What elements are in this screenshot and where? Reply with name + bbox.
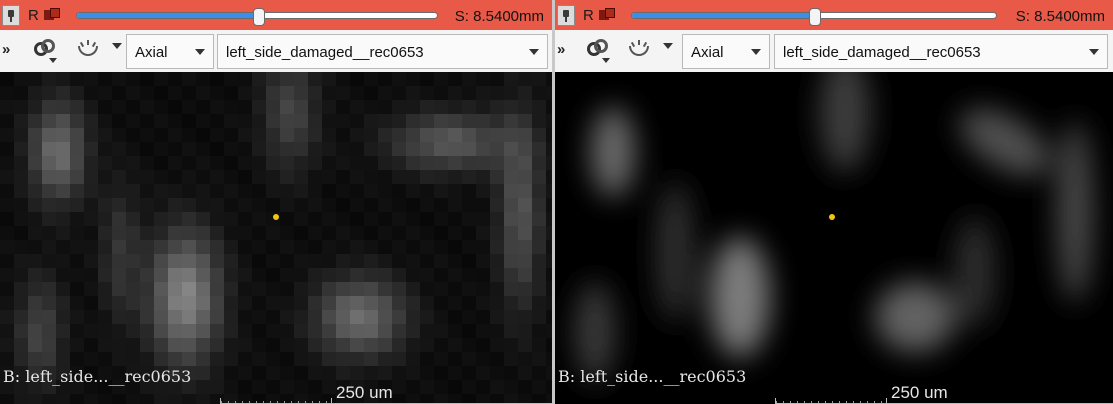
view-name-label: R bbox=[28, 7, 39, 24]
link-views-icon[interactable] bbox=[599, 8, 617, 22]
slice-image-pixelated[interactable]: B: left_side...__rec0653 250 um bbox=[0, 72, 552, 404]
crosshair-marker bbox=[273, 214, 279, 220]
orientation-select[interactable]: Axial bbox=[126, 34, 214, 69]
chevron-down-icon bbox=[1089, 49, 1099, 55]
pin-button[interactable] bbox=[2, 5, 20, 26]
scale-label: 250 um bbox=[336, 383, 393, 402]
chevron-down-icon bbox=[195, 49, 205, 55]
slice-slider-handle[interactable] bbox=[253, 8, 265, 26]
pin-icon bbox=[7, 9, 15, 22]
slice-offset-value: S: 8.5400mm bbox=[1015, 8, 1105, 25]
slice-view-right[interactable]: R S: 8.5400mm » Axial left_side_damaged_… bbox=[555, 0, 1113, 404]
slice-offset-value: S: 8.5400mm bbox=[454, 8, 544, 25]
crosshair-marker bbox=[829, 214, 835, 220]
visibility-dropdown-arrow[interactable] bbox=[663, 43, 673, 49]
slice-controller-bar: R S: 8.5400mm bbox=[0, 0, 552, 30]
slice-toolbar: » Axial left_side_damaged__rec0653 bbox=[0, 30, 552, 72]
background-layer-label: B: left_side...__rec0653 bbox=[558, 367, 747, 386]
scale-label: 250 um bbox=[891, 383, 948, 402]
slice-slider-handle[interactable] bbox=[809, 8, 821, 26]
visibility-icon[interactable] bbox=[627, 40, 651, 58]
link-icon[interactable] bbox=[30, 36, 58, 64]
volume-select[interactable]: left_side_damaged__rec0653 bbox=[774, 34, 1108, 69]
background-layer-label: B: left_side...__rec0653 bbox=[3, 367, 192, 386]
orientation-value: Axial bbox=[135, 44, 168, 61]
volume-select[interactable]: left_side_damaged__rec0653 bbox=[217, 34, 548, 69]
slice-toolbar: » Axial left_side_damaged__rec0653 bbox=[555, 30, 1113, 72]
volume-value: left_side_damaged__rec0653 bbox=[783, 44, 981, 61]
orientation-value: Axial bbox=[691, 44, 724, 61]
slice-image-smooth[interactable]: B: left_side...__rec0653 250 um bbox=[555, 72, 1113, 404]
link-views-icon[interactable] bbox=[44, 8, 62, 22]
pin-button[interactable] bbox=[557, 5, 575, 26]
more-options-button[interactable]: » bbox=[557, 38, 569, 62]
volume-value: left_side_damaged__rec0653 bbox=[226, 44, 424, 61]
image-canvas bbox=[575, 72, 1093, 382]
visibility-icon[interactable] bbox=[76, 40, 100, 58]
visibility-dropdown-arrow[interactable] bbox=[112, 43, 122, 49]
orientation-select[interactable]: Axial bbox=[682, 34, 770, 69]
chevron-down-icon bbox=[751, 49, 761, 55]
pin-icon bbox=[562, 9, 570, 22]
chevron-down-icon bbox=[529, 49, 539, 55]
more-options-button[interactable]: » bbox=[2, 38, 14, 62]
image-canvas bbox=[0, 72, 552, 404]
view-name-label: R bbox=[583, 7, 594, 24]
slice-view-left[interactable]: R S: 8.5400mm » Axial left_side_damaged_… bbox=[0, 0, 552, 404]
link-icon[interactable] bbox=[583, 36, 611, 64]
slice-controller-bar: R S: 8.5400mm bbox=[555, 0, 1113, 30]
